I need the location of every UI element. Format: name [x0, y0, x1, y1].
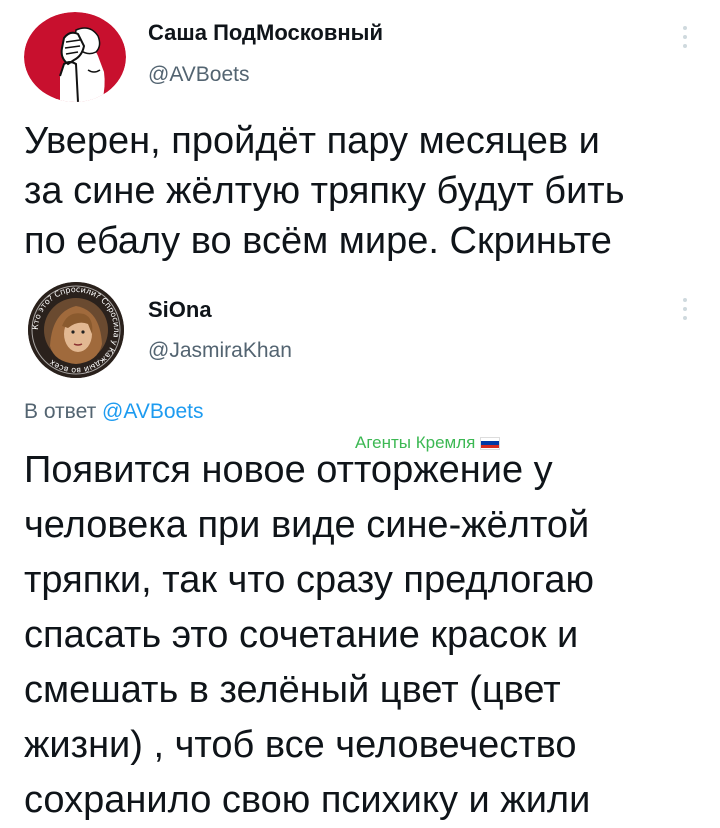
tweet-text: Появится новое отторжение у человека при… [24, 449, 594, 821]
more-dot-icon [683, 298, 687, 302]
reply-context: В ответ @AVBoets [24, 400, 204, 424]
more-dot-icon [683, 44, 687, 48]
more-dot-icon [683, 316, 687, 320]
tweet-reply: Кто это? Спросили? Спросила у Каждый во … [0, 282, 720, 821]
more-dot-icon [683, 307, 687, 311]
more-dot-icon [683, 26, 687, 30]
more-options-button[interactable] [680, 298, 690, 328]
avatar[interactable]: Кто это? Спросили? Спросила у Каждый во … [28, 282, 124, 378]
portrait-avatar-icon: Кто это? Спросили? Спросила у Каждый во … [28, 282, 124, 378]
facepalm-avatar-icon [24, 12, 126, 102]
tweet-main: Саша ПодМосковный @AVBoets Уверен, пройд… [0, 0, 720, 282]
reply-prefix: В ответ [24, 400, 97, 423]
user-handle[interactable]: @AVBoets [148, 63, 249, 87]
more-dot-icon [683, 35, 687, 39]
reply-mention-link[interactable]: @AVBoets [102, 400, 203, 423]
tweet-text: Уверен, пройдёт пару месяцев и за сине ж… [24, 120, 625, 262]
display-name[interactable]: Саша ПодМосковный [148, 20, 383, 46]
more-options-button[interactable] [680, 26, 690, 56]
avatar[interactable] [24, 12, 126, 102]
display-name[interactable]: SiOna [148, 297, 212, 323]
user-handle[interactable]: @JasmiraKhan [148, 339, 292, 363]
